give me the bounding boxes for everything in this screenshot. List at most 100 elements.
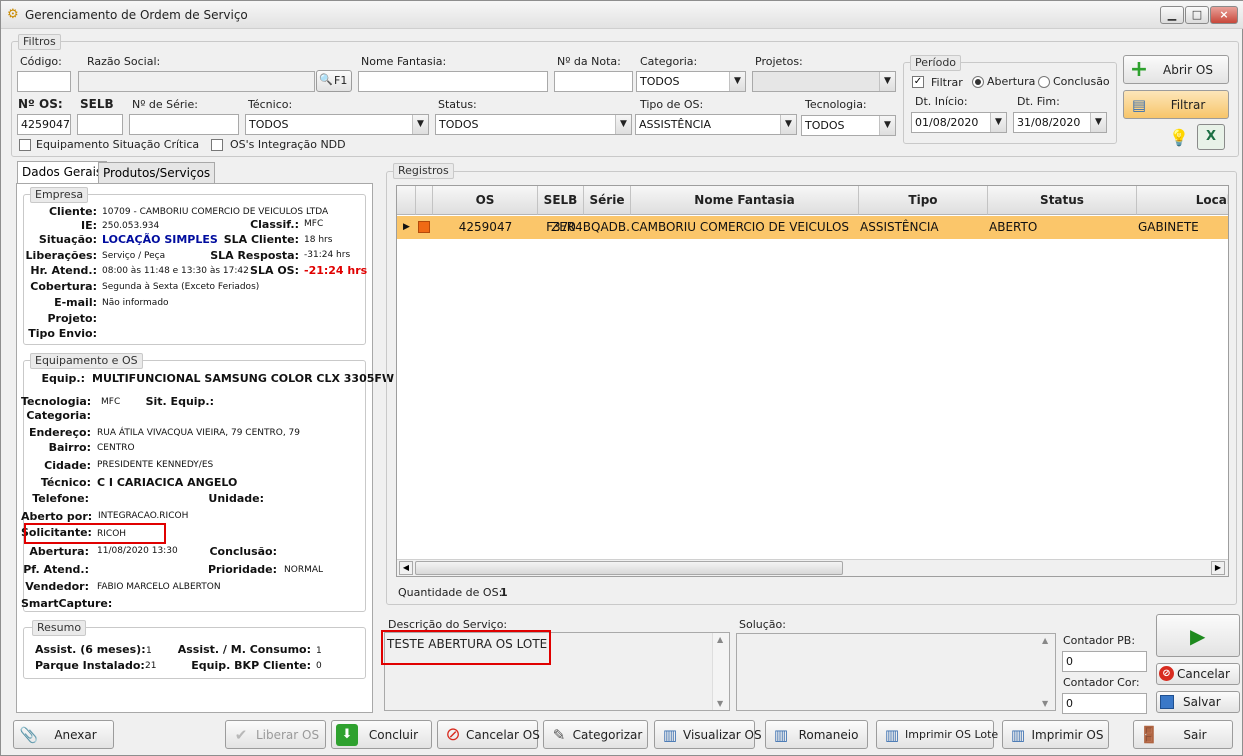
tipo-os-select[interactable]: ASSISTÊNCIA ▼ [635,114,797,135]
filtrar-label: Filtrar [1170,98,1206,112]
conclusao-radio[interactable] [1038,76,1050,88]
tecnologia-select[interactable]: TODOS ▼ [801,115,896,136]
categorizar-button[interactable]: ✎ Categorizar [543,720,648,749]
table-row[interactable]: ▶ 4259047 F370 ZER4BQADB... CAMBORIU COM… [397,216,1228,239]
serie-input[interactable] [129,114,239,135]
scroll-thumb[interactable] [415,561,843,575]
endereco-label: Endereço: [28,426,91,439]
cancelar-label: Cancelar [1177,667,1230,681]
scroll-up-icon[interactable]: ▲ [1042,636,1048,645]
grid-header-status[interactable]: Status [988,186,1137,215]
solucao-scrollbar[interactable]: ▲ ▼ [1038,634,1055,710]
scroll-down-icon[interactable]: ▼ [1042,699,1048,708]
cell-tipo: ASSISTÊNCIA [860,220,939,234]
selb-input[interactable] [77,114,123,135]
empresa-field-label: Tipo Envio: [28,327,97,340]
codigo-input[interactable] [17,71,71,92]
filtrar-checkbox[interactable]: ✓ [912,76,924,88]
status-select[interactable]: TODOS ▼ [435,114,632,135]
sair-button[interactable]: 🚪 Sair [1133,720,1233,749]
chevron-down-icon: ▼ [879,72,895,91]
dt-fim-value: 31/08/2020 [1017,116,1081,129]
excel-icon[interactable]: X [1197,124,1225,150]
tecnico-select[interactable]: TODOS ▼ [245,114,429,135]
conclusao-info-label: Conclusão: [209,545,277,558]
cancelar-os-button[interactable]: ⊘ Cancelar OS [437,720,540,749]
visualizar-os-button[interactable]: ▥ Visualizar OS [654,720,762,749]
razao-social-input[interactable] [78,71,315,92]
integracao-ndd-checkbox[interactable] [211,139,223,151]
empresa-legend: Empresa [30,187,89,203]
eq-tecnologia-label: Tecnologia: [21,395,92,408]
nome-fantasia-input[interactable] [358,71,548,92]
abertura-info-label: Abertura: [29,545,89,558]
grid-header-serie[interactable]: Série [584,186,631,215]
contador-pb-input[interactable]: 0 [1062,651,1147,672]
solucao-textarea[interactable]: ▲ ▼ [736,633,1056,711]
edit-document-icon: ✎ [552,726,566,744]
maximize-button[interactable]: □ [1185,6,1209,24]
salvar-button[interactable]: Salvar [1156,691,1240,713]
cidade-value: PRESIDENTE KENNEDY/ES [97,460,214,470]
cell-status: ABERTO [989,220,1038,234]
filtrar-button[interactable]: ▤ Filtrar [1123,90,1229,119]
row-selected-indicator: ▶ [403,222,410,232]
abertura-label: Abertura [987,75,1036,88]
equip-value: MULTIFUNCIONAL SAMSUNG COLOR CLX 3305FW [92,372,395,385]
nota-input[interactable] [554,71,633,92]
imprimir-os-button[interactable]: ▥ Imprimir OS [1002,720,1109,749]
grid-header-selb[interactable]: SELB [538,186,584,215]
grid-header-fantasia[interactable]: Nome Fantasia [631,186,859,215]
registros-legend: Registros [393,163,454,179]
imprimir-lote-label: Imprimir OS Lote [905,728,999,741]
parque-label: Parque Instalado: [35,659,145,672]
solucao-label: Solução: [739,618,786,631]
chevron-down-icon: ▼ [615,115,631,134]
equip-critica-checkbox[interactable] [19,139,31,151]
projetos-label: Projetos: [755,55,803,68]
executar-button[interactable]: ▶ [1156,614,1240,657]
descricao-scrollbar[interactable]: ▲ ▼ [712,633,729,710]
grid-header-tipo[interactable]: Tipo [859,186,988,215]
scroll-left-icon[interactable]: ◀ [399,561,413,575]
razao-social-label: Razão Social: [87,55,161,68]
contador-cor-input[interactable]: 0 [1062,693,1147,714]
checkmark-icon: ✔ [234,726,248,744]
close-button[interactable]: × [1210,6,1238,24]
empresa-field-value: 250.053.934 [102,221,160,231]
anexar-button[interactable]: 📎 Anexar [13,720,114,749]
horizontal-scrollbar[interactable]: ◀ ▶ [397,559,1228,576]
grid-header-os[interactable]: OS [433,186,538,215]
abrir-os-button[interactable]: + Abrir OS [1123,55,1229,84]
dt-inicio-picker[interactable]: 01/08/2020 ▼ [911,112,1007,133]
minimize-button[interactable]: ▁ [1160,6,1184,24]
concluir-button[interactable]: ⬇ Concluir [331,720,432,749]
aberto-por-value: INTEGRACAO.RICOH [98,511,189,521]
scroll-down-icon[interactable]: ▼ [717,699,723,708]
liberar-os-button[interactable]: ✔ Liberar OS [225,720,326,749]
scroll-up-icon[interactable]: ▲ [717,635,723,644]
tab-dados-gerais[interactable]: Dados Gerais [17,161,108,184]
report-icon: ▥ [1010,726,1026,744]
scroll-right-icon[interactable]: ▶ [1211,561,1225,575]
lightbulb-icon[interactable]: 💡 [1169,128,1189,147]
tab-produtos-servicos[interactable]: Produtos/Serviços [98,162,216,183]
abrir-os-label: Abrir OS [1163,63,1213,77]
tecnologia-value: TODOS [805,119,845,132]
projetos-select[interactable]: ▼ [752,71,896,92]
save-icon [1160,695,1174,709]
empresa-field-value: Não informado [102,298,169,308]
cancelar-button[interactable]: ⊘ Cancelar [1156,663,1240,685]
codigo-label: Código: [20,55,62,68]
categoria-select[interactable]: TODOS ▼ [636,71,746,92]
imprimir-lote-button[interactable]: ▥ Imprimir OS Lote [876,720,999,749]
search-f1-button[interactable]: 🔍 F1 [316,70,352,92]
dt-fim-picker[interactable]: 31/08/2020 ▼ [1013,112,1107,133]
os-input[interactable]: 4259047 [17,114,71,135]
integracao-ndd-label: OS's Integração NDD [230,138,346,151]
romaneio-button[interactable]: ▥ Romaneio [765,720,868,749]
categoria-value: TODOS [640,75,680,88]
grid-header-local[interactable]: Local [1137,186,1228,215]
abertura-radio[interactable] [972,76,984,88]
sit-equip-label: Sit. Equip.: [145,395,214,408]
